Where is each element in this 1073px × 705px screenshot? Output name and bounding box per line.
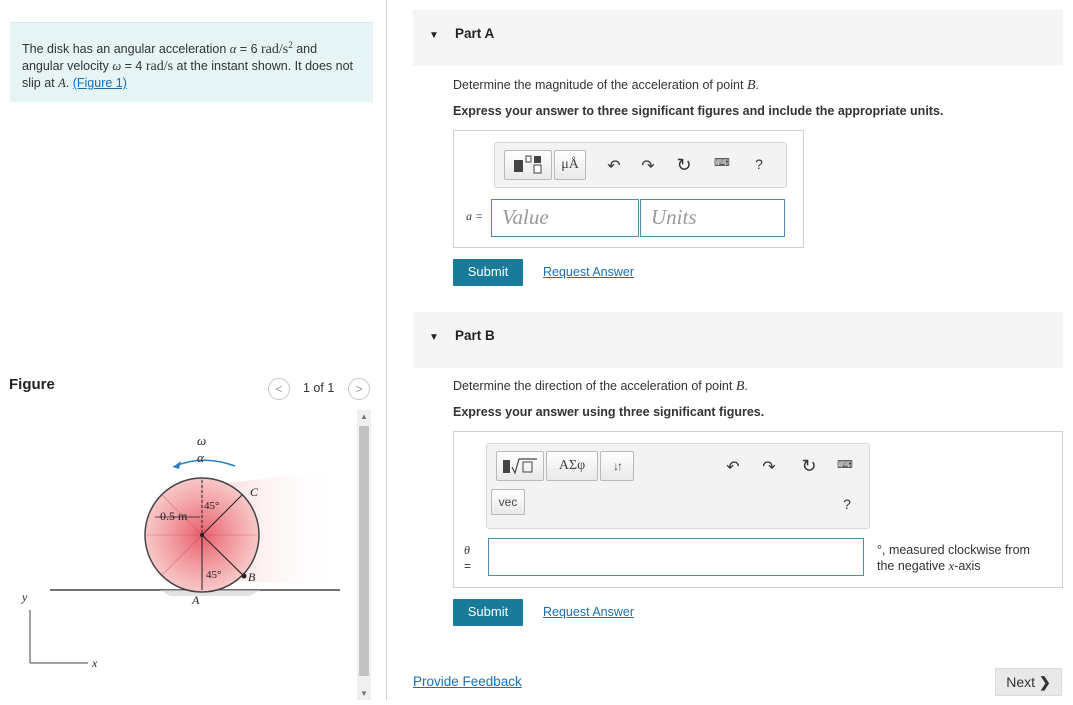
units-button[interactable]: μÅ <box>554 150 586 180</box>
redo-icon[interactable]: ↷ <box>638 156 658 176</box>
part-b-question: Determine the direction of the accelerat… <box>453 379 748 394</box>
scroll-down-icon[interactable]: ▼ <box>360 689 368 698</box>
point-b-label: B <box>248 570 256 584</box>
keyboard-icon[interactable]: ⌨ <box>835 458 855 471</box>
next-button[interactable]: Next ❯ <box>995 668 1062 696</box>
chevron-right-icon: ❯ <box>1038 674 1051 690</box>
vec-button[interactable]: vec <box>491 489 525 515</box>
theta-equals: = <box>464 559 472 573</box>
part-a-question: Determine the magnitude of the accelerat… <box>453 78 759 93</box>
templates-button[interactable] <box>504 150 552 180</box>
reset-icon[interactable]: ↻ <box>674 155 694 176</box>
part-a-answer-box: μÅ ↶ ↷ ↻ ⌨ ? a = Value Units <box>453 130 804 248</box>
part-b-toolbar: ΑΣφ ↓↑ vec ↶ ↷ ↻ ⌨ ? <box>486 443 870 529</box>
radius-label: 0.5 m <box>160 509 188 523</box>
value-input[interactable]: Value <box>491 199 639 237</box>
point-a-label: A <box>191 593 200 607</box>
rotation-arrow <box>172 459 236 468</box>
undo-icon[interactable]: ↶ <box>723 457 743 477</box>
collapse-triangle-icon[interactable]: ▼ <box>429 30 439 41</box>
part-a-instruction: Express your answer to three significant… <box>453 104 944 118</box>
part-a-toolbar: μÅ ↶ ↷ ↻ ⌨ ? <box>494 142 787 188</box>
point-b-dot <box>241 573 247 579</box>
figure-next-button[interactable]: > <box>348 378 370 400</box>
figure-link[interactable]: (Figure 1) <box>73 76 127 90</box>
disk-center <box>200 533 204 537</box>
direction-suffix: °, measured clockwise from the negative … <box>877 543 1030 573</box>
point-c-label: C <box>250 485 259 499</box>
greek-button[interactable]: ΑΣφ <box>546 451 598 481</box>
figure-pager: 1 of 1 <box>303 381 335 395</box>
part-a-header[interactable]: ▼ Part A <box>413 10 1063 66</box>
part-b-instruction: Express your answer using three signific… <box>453 405 765 419</box>
figure-prev-button[interactable]: < <box>268 378 290 400</box>
disk-diagram: ω α 0.5 m 45° 45° C B A y x <box>21 433 340 670</box>
sort-button[interactable]: ↓↑ <box>600 451 634 481</box>
collapse-triangle-icon[interactable]: ▼ <box>429 332 439 343</box>
part-b-submit-button[interactable]: Submit <box>453 599 523 626</box>
rotation-arrowhead <box>173 461 181 469</box>
part-a-variable-label: a = <box>466 209 484 223</box>
figure-title: Figure <box>9 376 55 393</box>
direction-input[interactable] <box>488 538 864 576</box>
theta-label: θ <box>464 543 470 557</box>
part-b-answer-box: ΑΣφ ↓↑ vec ↶ ↷ ↻ ⌨ ? θ = °, measured clo… <box>453 431 1063 588</box>
axis-y-label: y <box>21 590 28 604</box>
part-a-title: Part A <box>455 26 495 41</box>
alpha-label: α <box>197 450 205 465</box>
axis-x-label: x <box>91 656 98 670</box>
templates-icon <box>514 155 542 174</box>
undo-icon[interactable]: ↶ <box>604 156 624 176</box>
help-button[interactable]: ? <box>837 496 857 512</box>
angle-bottom-label: 45° <box>206 569 221 581</box>
redo-icon[interactable]: ↷ <box>759 457 779 477</box>
figure-scroll-thumb[interactable] <box>359 426 369 676</box>
scroll-up-icon[interactable]: ▲ <box>360 412 368 421</box>
part-a-request-answer-link[interactable]: Request Answer <box>543 265 634 279</box>
help-button[interactable]: ? <box>749 156 769 172</box>
provide-feedback-link[interactable]: Provide Feedback <box>413 674 522 689</box>
templates-sqrt-button[interactable] <box>496 451 544 481</box>
part-b-header[interactable]: ▼ Part B <box>413 312 1063 368</box>
templates-sqrt-icon <box>503 458 537 475</box>
keyboard-icon[interactable]: ⌨ <box>712 156 732 169</box>
omega-label: ω <box>197 433 206 448</box>
column-divider <box>386 0 387 700</box>
units-input[interactable]: Units <box>640 199 785 237</box>
reset-icon[interactable]: ↻ <box>799 456 819 477</box>
angle-top-label: 45° <box>204 500 219 512</box>
omega-symbol: ω <box>112 59 122 74</box>
part-b-request-answer-link[interactable]: Request Answer <box>543 605 634 619</box>
figure-canvas: ω α 0.5 m 45° 45° C B A y x <box>10 410 370 700</box>
problem-statement: The disk has an angular acceleration α =… <box>10 22 373 102</box>
part-a-submit-button[interactable]: Submit <box>453 259 523 286</box>
part-b-title: Part B <box>455 328 495 343</box>
